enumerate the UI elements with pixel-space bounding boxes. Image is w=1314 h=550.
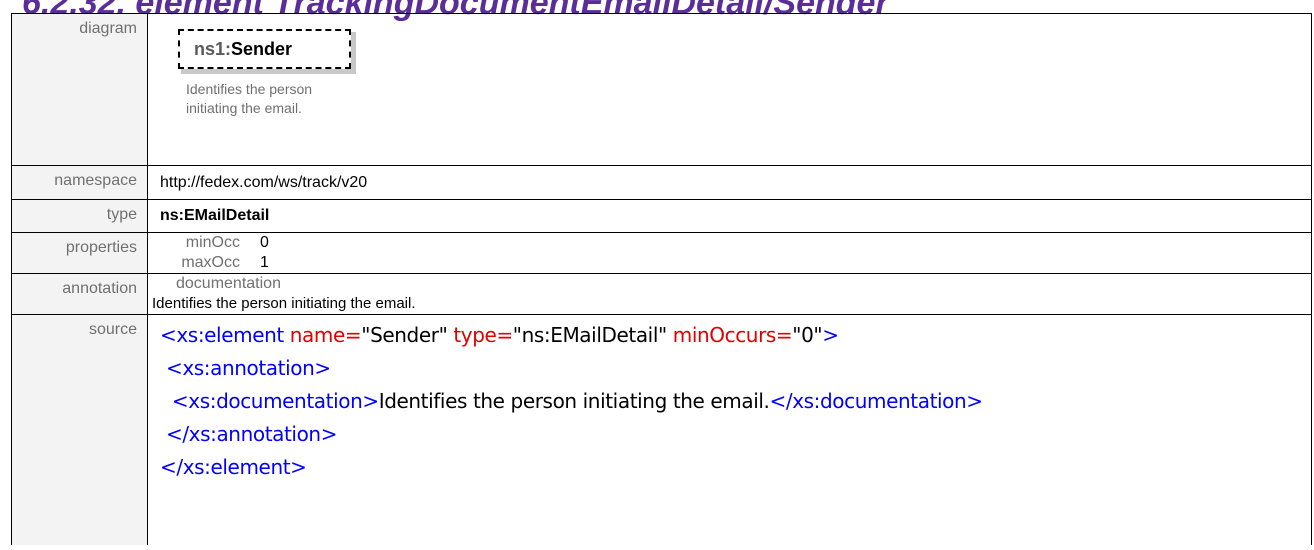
property-value: 0 xyxy=(260,234,269,251)
source-attr-value: "Sender" xyxy=(361,323,448,347)
source-attr: minOccurs= xyxy=(666,323,793,347)
schema-diagram: ns1:Sender Identifies the person initiat… xyxy=(148,14,1311,165)
type-row: type ns:EMailDetail xyxy=(11,199,1312,233)
source-tag: </xs:documentation> xyxy=(769,389,984,413)
element-doc-table: diagram ns1:Sender Identifies the person… xyxy=(11,13,1312,545)
diagram-doc-line: initiating the email. xyxy=(186,100,302,116)
namespace-label: namespace xyxy=(11,165,148,200)
type-label: type xyxy=(11,199,148,233)
property-line: minOcc 0 xyxy=(148,233,1311,253)
annotation-key: documentation xyxy=(176,275,281,292)
source-line: </xs:element> xyxy=(160,455,307,479)
annotation-cell: documentation Identifies the person init… xyxy=(147,273,1312,315)
diagram-doc-line: Identifies the person xyxy=(186,81,313,97)
properties-label: properties xyxy=(11,232,148,274)
source-code: <xs:element name="Sender" type="ns:EMail… xyxy=(160,315,1311,484)
source-line: <xs:documentation>Identifies the person … xyxy=(160,385,1311,418)
diagram-namespace-prefix: ns1: xyxy=(194,39,232,59)
property-key: maxOcc xyxy=(181,254,240,271)
type-value[interactable]: ns:EMailDetail xyxy=(147,199,1312,233)
source-cell: <xs:element name="Sender" type="ns:EMail… xyxy=(147,314,1312,545)
diagram-cell: ns1:Sender Identifies the person initiat… xyxy=(147,13,1312,166)
source-tag: > xyxy=(822,323,839,347)
source-attr: type= xyxy=(447,323,513,347)
source-tag: <xs:element xyxy=(160,323,290,347)
diagram-row: diagram ns1:Sender Identifies the person… xyxy=(11,13,1312,166)
source-attr-value: "0" xyxy=(792,323,823,347)
property-line: maxOcc 1 xyxy=(148,253,1311,273)
property-key: minOcc xyxy=(185,234,240,251)
annotation-label: annotation xyxy=(11,273,148,315)
diagram-label: diagram xyxy=(11,13,148,166)
diagram-documentation: Identifies the person initiating the ema… xyxy=(186,80,416,118)
source-attr: name= xyxy=(289,323,362,347)
source-attr-value: "ns:EMailDetail" xyxy=(512,323,667,347)
source-tag: <xs:documentation> xyxy=(160,389,379,413)
namespace-row: namespace http://fedex.com/ws/track/v20 xyxy=(11,165,1312,200)
properties-cell: minOcc 0 maxOcc 1 xyxy=(147,232,1312,274)
source-row: source <xs:element name="Sender" type="n… xyxy=(11,314,1312,545)
source-label: source xyxy=(11,314,148,545)
diagram-element-box[interactable]: ns1:Sender xyxy=(178,29,351,69)
annotation-row: annotation documentation Identifies the … xyxy=(11,273,1312,315)
property-value: 1 xyxy=(260,254,269,271)
source-line: <xs:element name="Sender" type="ns:EMail… xyxy=(160,319,1311,352)
source-line: <xs:annotation> xyxy=(160,356,331,380)
diagram-element-name: Sender xyxy=(231,39,293,59)
namespace-value: http://fedex.com/ws/track/v20 xyxy=(147,165,1312,200)
source-line: </xs:annotation> xyxy=(160,422,338,446)
properties-row: properties minOcc 0 maxOcc 1 xyxy=(11,232,1312,274)
source-text: Identifies the person initiating the ema… xyxy=(378,389,770,413)
annotation-value: Identifies the person initiating the ema… xyxy=(152,295,416,312)
